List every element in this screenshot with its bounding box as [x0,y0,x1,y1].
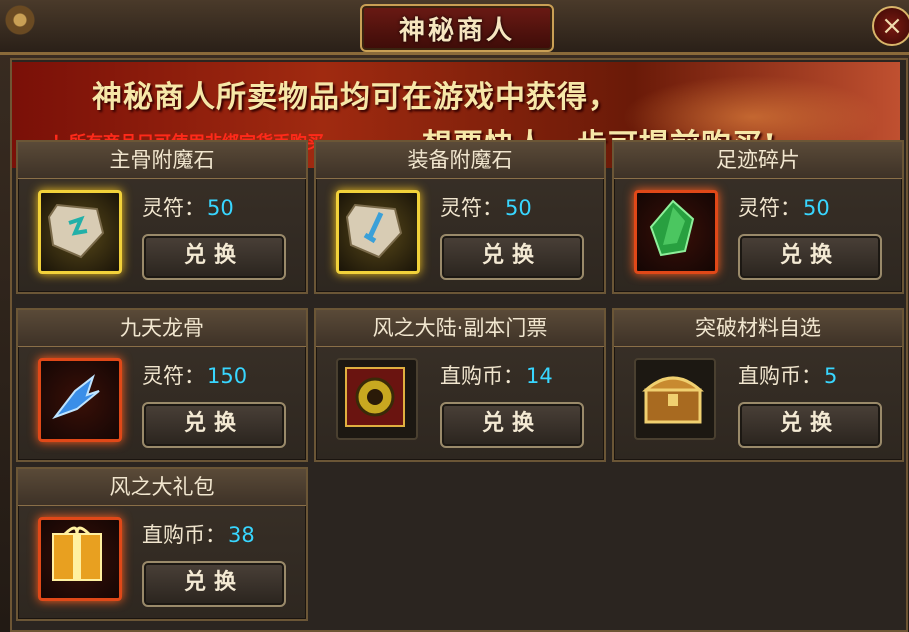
dungeon-ticket-icon[interactable] [336,358,418,440]
item-name: 九天龙骨 [18,310,306,347]
item-price: 灵符：50 [142,196,234,220]
dragon-bone-icon[interactable] [38,358,122,442]
exchange-button[interactable]: 兑换 [440,234,584,280]
dragon-ornament-icon [0,0,40,52]
item-name: 风之大礼包 [18,469,306,506]
exchange-button[interactable]: 兑换 [142,402,286,448]
item-name: 风之大陆·副本门票 [316,310,604,347]
exchange-button[interactable]: 兑换 [738,402,882,448]
banner-line-1: 神秘商人所卖物品均可在游戏中获得， [92,80,619,115]
gift-pack-icon[interactable] [38,517,122,601]
item-price: 直购币：5 [738,364,838,388]
exchange-button[interactable]: 兑换 [142,234,286,280]
item-price: 直购币：14 [440,364,553,388]
exchange-button[interactable]: 兑换 [440,402,584,448]
rune-stone-icon[interactable] [38,190,122,274]
item-card: 主骨附魔石 灵符：50 兑换 [16,140,308,294]
merchant-window: 神秘商人 × 神秘商人所卖物品均可在游戏中获得， ！所有商品只可使用非绑定货币购… [0,0,909,632]
item-name: 装备附魔石 [316,142,604,179]
item-price: 灵符：50 [440,196,532,220]
item-price: 灵符：50 [738,196,830,220]
exchange-button[interactable]: 兑换 [738,234,882,280]
window-title-plate: 神秘商人 [360,4,554,52]
item-name: 足迹碎片 [614,142,902,179]
treasure-chest-icon[interactable] [634,358,716,440]
item-card: 风之大礼包 直购币：38 兑换 [16,467,308,621]
item-card: 装备附魔石 灵符：50 兑换 [314,140,606,294]
item-price: 灵符：150 [142,364,248,388]
window-title: 神秘商人 [398,15,515,46]
green-crystal-icon[interactable] [634,190,718,274]
item-card: 足迹碎片 灵符：50 兑换 [612,140,904,294]
item-price: 直购币：38 [142,523,255,547]
item-card: 风之大陆·副本门票 直购币：14 兑换 [314,308,606,462]
item-card: 九天龙骨 灵符：150 兑换 [16,308,308,462]
item-name: 主骨附魔石 [18,142,306,179]
window-header: 神秘商人 × [0,0,909,55]
close-button[interactable]: × [872,6,909,46]
sword-rune-icon[interactable] [336,190,420,274]
exchange-button[interactable]: 兑换 [142,561,286,607]
item-card: 突破材料自选 直购币：5 兑换 [612,308,904,462]
item-name: 突破材料自选 [614,310,902,347]
